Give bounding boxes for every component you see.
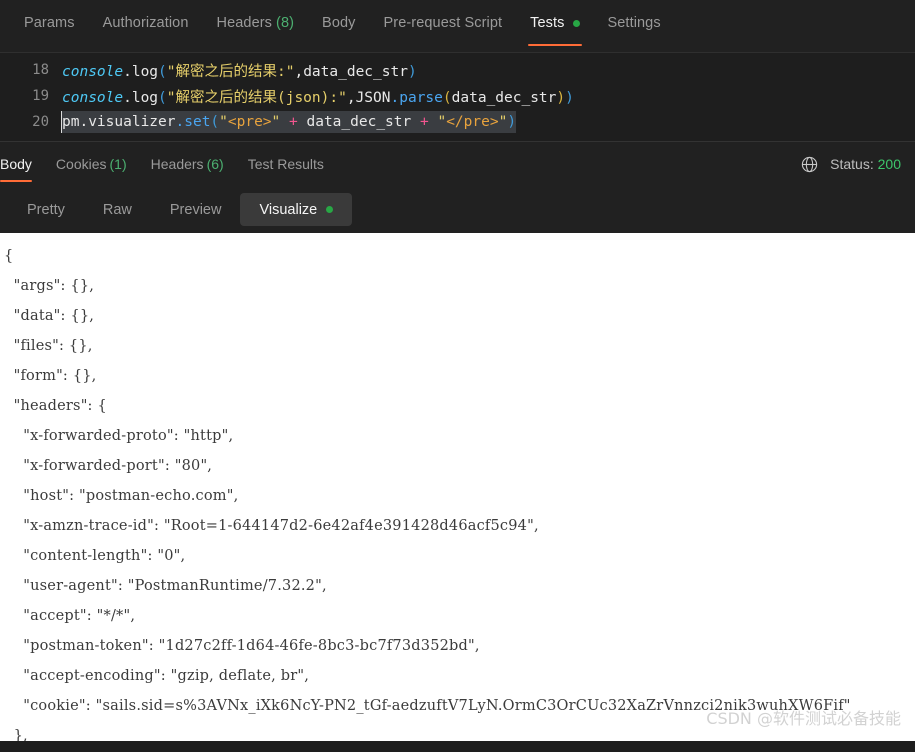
tab-pre-request-script-label: Pre-request Script [383,15,503,31]
token-console: console [62,89,124,106]
token-string-literal: "解密之后的结果(json):" [166,89,347,106]
token-parse-method: .parse [390,89,443,106]
code-line-20-text-selected: pm.visualizer.set("<pre>" + data_dec_str… [61,111,517,133]
token-string-literal: "解密之后的结果:" [166,63,295,80]
response-tab-test-results[interactable]: Test Results [236,142,336,186]
tab-pre-request-script[interactable]: Pre-request Script [370,0,517,46]
token-plus-operator-2: + [419,114,429,130]
token-set-method: .set [175,114,211,130]
view-tab-visualize-label: Visualize [259,201,318,218]
token-visualizer-prop: .visualizer [79,114,176,130]
token-close-paren: ) [565,89,574,106]
view-tab-raw[interactable]: Raw [84,193,151,226]
code-line-18-text: console.log("解密之后的结果:",data_dec_str) [62,60,417,81]
tab-body[interactable]: Body [308,0,369,46]
visualize-output-panel[interactable]: { "args": {}, "data": {}, "files": {}, "… [0,233,915,741]
status-code-value: 200 [877,156,901,172]
line-number-19: 19 [32,88,49,104]
response-tab-test-results-label: Test Results [247,156,324,172]
token-console: console [62,63,124,80]
token-log-method: .log [123,63,159,80]
tab-body-label: Body [322,15,356,31]
token-open-paren: ( [158,63,167,80]
response-tab-headers-count: (6) [206,156,224,172]
tab-tests-underline [528,43,582,46]
status-label: Status: [830,156,874,172]
tab-authorization[interactable]: Authorization [89,0,203,46]
token-open-paren: ( [210,114,220,130]
response-tab-bar: Body Cookies (1) Headers (6) Test Result… [0,142,915,186]
response-tab-body-underline [0,179,32,182]
token-close-paren: ) [407,63,417,80]
request-tab-bar: Params Authorization Headers (8) Body Pr… [0,0,915,53]
view-tab-pretty-label: Pretty [27,201,65,218]
view-tab-pretty[interactable]: Pretty [8,193,84,226]
token-pm-object: pm [62,114,80,130]
token-quote-open-2: " [437,114,447,130]
globe-icon[interactable] [800,155,819,174]
tab-settings[interactable]: Settings [594,0,675,46]
token-variable: data_dec_str [306,114,412,130]
response-tab-cookies-count: (1) [109,156,127,172]
line-number-20: 20 [32,114,49,130]
token-pre-open-tag: <pre> [227,114,272,130]
token-pre-close-tag: </pre> [446,114,499,130]
token-comma: , [346,89,356,106]
token-quote-close-2: " [498,114,508,130]
view-tab-raw-label: Raw [102,201,132,218]
tab-tests[interactable]: Tests [516,0,593,46]
response-tab-cookies-label: Cookies [55,156,107,172]
token-variable: data_dec_str [451,89,557,106]
token-json-object: JSON [355,89,391,106]
view-tab-visualize[interactable]: Visualize [240,193,353,226]
code-line-19[interactable]: 19 console.log("解密之后的结果(json):",JSON.par… [0,83,915,109]
token-log-method: .log [123,89,159,106]
response-view-tab-bar: Pretty Raw Preview Visualize [0,186,915,233]
response-tab-body[interactable]: Body [0,142,44,186]
token-comma: , [294,63,304,80]
token-quote-open: " [219,114,228,130]
token-inner-open-paren: ( [442,89,452,106]
token-variable: data_dec_str [303,63,408,80]
token-open-paren: ( [158,89,167,106]
tab-settings-label: Settings [607,15,661,31]
token-plus-operator: + [289,114,298,130]
tests-status-dot [572,19,580,27]
response-status-area: Status: 200 [800,155,901,174]
tab-params-label: Params [24,15,75,31]
token-quote-close: " [271,114,281,130]
tab-tests-label: Tests [530,15,565,31]
visualize-json-content: { "args": {}, "data": {}, "files": {}, "… [4,248,851,741]
tab-headers[interactable]: Headers (8) [203,0,309,46]
tests-script-editor[interactable]: 18 console.log("解密之后的结果:",data_dec_str) … [0,53,915,142]
tab-authorization-label: Authorization [102,15,189,31]
code-line-20[interactable]: 20 pm.visualizer.set("<pre>" + data_dec_… [0,109,915,135]
tab-headers-label: Headers [216,15,273,31]
tab-headers-count: (8) [276,15,295,31]
code-line-19-text: console.log("解密之后的结果(json):",JSON.parse(… [62,86,574,107]
status-badge: Status: 200 [830,156,901,172]
visualize-status-dot [326,206,334,213]
line-number-18: 18 [32,62,49,78]
response-tab-headers-label: Headers [150,156,204,172]
view-tab-preview-label: Preview [169,201,222,218]
tab-params[interactable]: Params [10,0,89,46]
code-line-18[interactable]: 18 console.log("解密之后的结果:",data_dec_str) [0,57,915,83]
view-tab-preview[interactable]: Preview [151,193,241,226]
token-inner-close-paren: ) [556,89,566,106]
response-tab-headers[interactable]: Headers (6) [139,142,236,186]
response-tab-body-label: Body [0,156,32,172]
token-close-paren: ) [507,114,517,130]
response-tab-cookies[interactable]: Cookies (1) [44,142,139,186]
